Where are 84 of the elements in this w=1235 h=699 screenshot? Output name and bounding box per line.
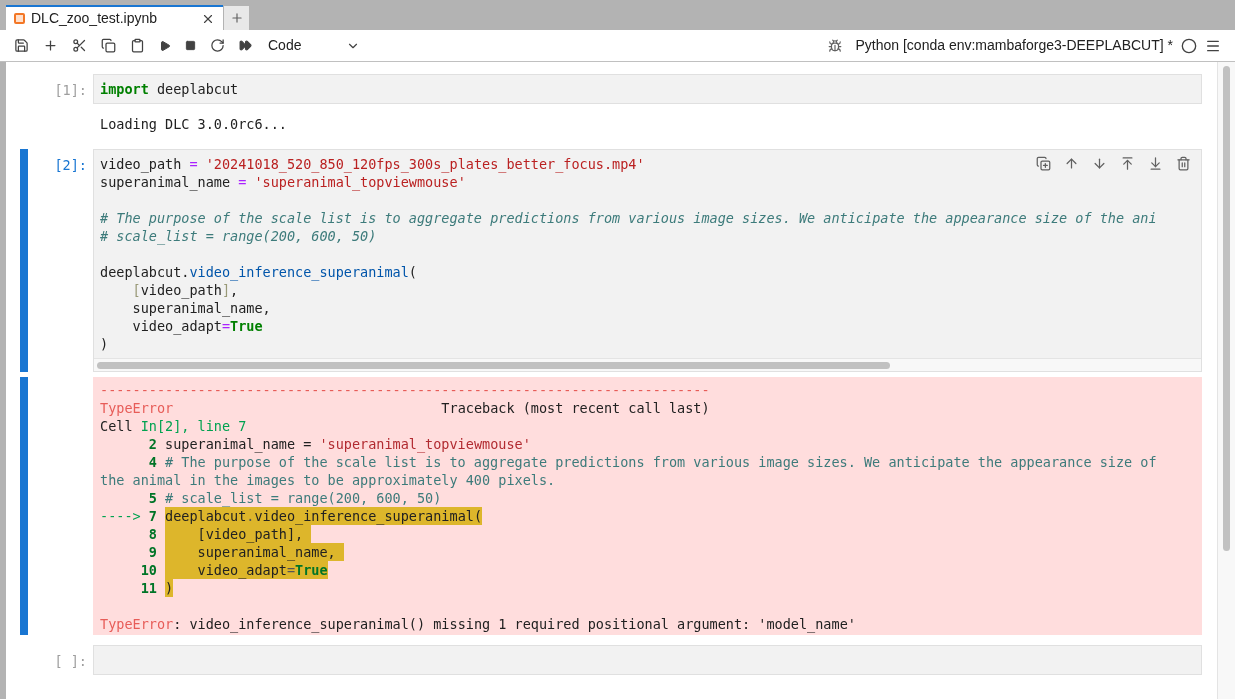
traceback-code: # scale_list = range(200, 600, 50)	[165, 489, 442, 507]
output-text: Loading DLC 3.0.0rc6...	[100, 116, 287, 132]
traceback-code: True	[295, 561, 328, 579]
code-token: # The purpose of the scale list is to aggregate predictions from various image sizes. We anticipate the appearance size of the ani	[100, 210, 1157, 226]
traceback-text: Cell	[100, 418, 134, 434]
vertical-scrollbar[interactable]	[1217, 62, 1235, 699]
line-number: 11	[140, 579, 157, 597]
insert-above-icon[interactable]	[1120, 156, 1135, 171]
traceback-code: [video_path],	[196, 525, 305, 543]
traceback-code: 'superanimal_topviewmouse'	[319, 435, 531, 453]
insert-below-icon[interactable]	[1148, 156, 1163, 171]
line-number: 9	[148, 543, 157, 561]
delete-icon[interactable]	[1176, 156, 1191, 171]
traceback-text: Traceback (most recent call last)	[440, 400, 710, 416]
code-input[interactable]	[93, 149, 1202, 372]
paste-icon[interactable]	[130, 38, 145, 53]
code-token: ]	[221, 282, 231, 298]
code-token: # scale_list = range(200, 600, 50)	[100, 228, 377, 244]
code-input[interactable]: import deeplabcut	[93, 74, 1202, 104]
line-number: 5	[148, 489, 157, 507]
run-icon[interactable]	[159, 39, 171, 52]
plus-icon	[229, 11, 244, 25]
line-number: 7	[148, 507, 157, 525]
kernel-name[interactable]: Python [conda env:mambaforge3-DEEPLABCUT] *	[855, 35, 1173, 56]
cell-prompt: [1]:	[54, 82, 87, 98]
code-token: [	[131, 282, 141, 298]
traceback-code: deeplabcut	[165, 507, 247, 525]
line-number: 2	[148, 435, 157, 453]
cell-prompt: [ ]:	[54, 653, 87, 669]
tab-title: DLC_zoo_test.ipynb	[31, 9, 159, 28]
traceback-code: superanimal_name =	[165, 435, 313, 453]
traceback-text: the animal in the images to be approximately 400 pixels.	[100, 472, 556, 488]
code-token: video_path	[140, 282, 222, 298]
line-number: 4	[148, 453, 157, 471]
code-token: superanimal_name,	[131, 300, 271, 316]
notebook-icon	[14, 13, 25, 24]
move-up-icon[interactable]	[1064, 156, 1079, 171]
traceback-text: TypeError	[100, 616, 174, 632]
cell-prompt: [2]:	[54, 157, 87, 173]
traceback-code: )	[165, 579, 174, 597]
notebook-tab[interactable]: DLC_zoo_test.ipynb	[6, 5, 223, 30]
code-token: (	[408, 264, 417, 280]
code-token: )	[100, 336, 109, 352]
code-token: import	[100, 81, 149, 97]
code-token: deeplabcut.	[100, 264, 190, 280]
code-token: =	[238, 174, 248, 190]
add-icon[interactable]	[43, 38, 58, 53]
horizontal-scrollbar[interactable]	[94, 358, 1201, 371]
save-icon[interactable]	[14, 38, 29, 53]
kernel-status-icon	[1181, 37, 1197, 54]
copy-icon[interactable]	[101, 38, 116, 53]
code-token: deeplabcut	[155, 81, 239, 97]
traceback-text: : video_inference_superanimal() missing 1 required positional argument: 'model_name'	[173, 616, 856, 632]
code-token: video_inference_superanimal	[189, 264, 409, 280]
fast-forward-icon[interactable]	[239, 39, 252, 52]
traceback-arrow: ---->	[100, 508, 141, 524]
code-token: 'superanimal_topviewmouse'	[254, 174, 466, 190]
code-token: =	[189, 156, 199, 172]
restart-icon[interactable]	[210, 38, 225, 53]
traceback-code: video_inference_superanimal(	[254, 507, 482, 525]
cut-icon[interactable]	[72, 38, 87, 53]
code-input[interactable]	[93, 645, 1202, 675]
traceback-code: # The purpose of the scale list is to aggregate predictions from various image sizes. We anticipate the appearance size of	[165, 453, 1157, 471]
traceback-code: video_adapt	[196, 561, 287, 579]
code-token: ,	[230, 282, 239, 298]
bug-icon[interactable]	[827, 38, 842, 53]
traceback-text: TypeError	[100, 400, 174, 416]
traceback-code: =	[286, 561, 296, 578]
traceback-text: In[2], line 7	[140, 418, 247, 434]
move-down-icon[interactable]	[1092, 156, 1107, 171]
code-token: =	[221, 318, 231, 334]
stop-icon[interactable]	[185, 40, 196, 51]
code-token: True	[230, 318, 263, 334]
code-token: '20241018_520_850_120fps_300s_plates_better_focus.mp4'	[205, 156, 645, 172]
line-number: 10	[140, 561, 157, 579]
cell-type-dropdown[interactable]: Code	[268, 35, 360, 56]
code-token: superanimal_name	[100, 174, 232, 190]
traceback-code: superanimal_name,	[196, 543, 337, 561]
line-number: 8	[148, 525, 157, 543]
duplicate-cell-icon[interactable]	[1036, 156, 1051, 171]
traceback-code: .	[246, 507, 255, 525]
code-token: video_adapt	[131, 318, 222, 334]
traceback-text: ---------------------------------------------------------------------------	[100, 382, 710, 398]
code-token: video_path	[100, 156, 183, 172]
